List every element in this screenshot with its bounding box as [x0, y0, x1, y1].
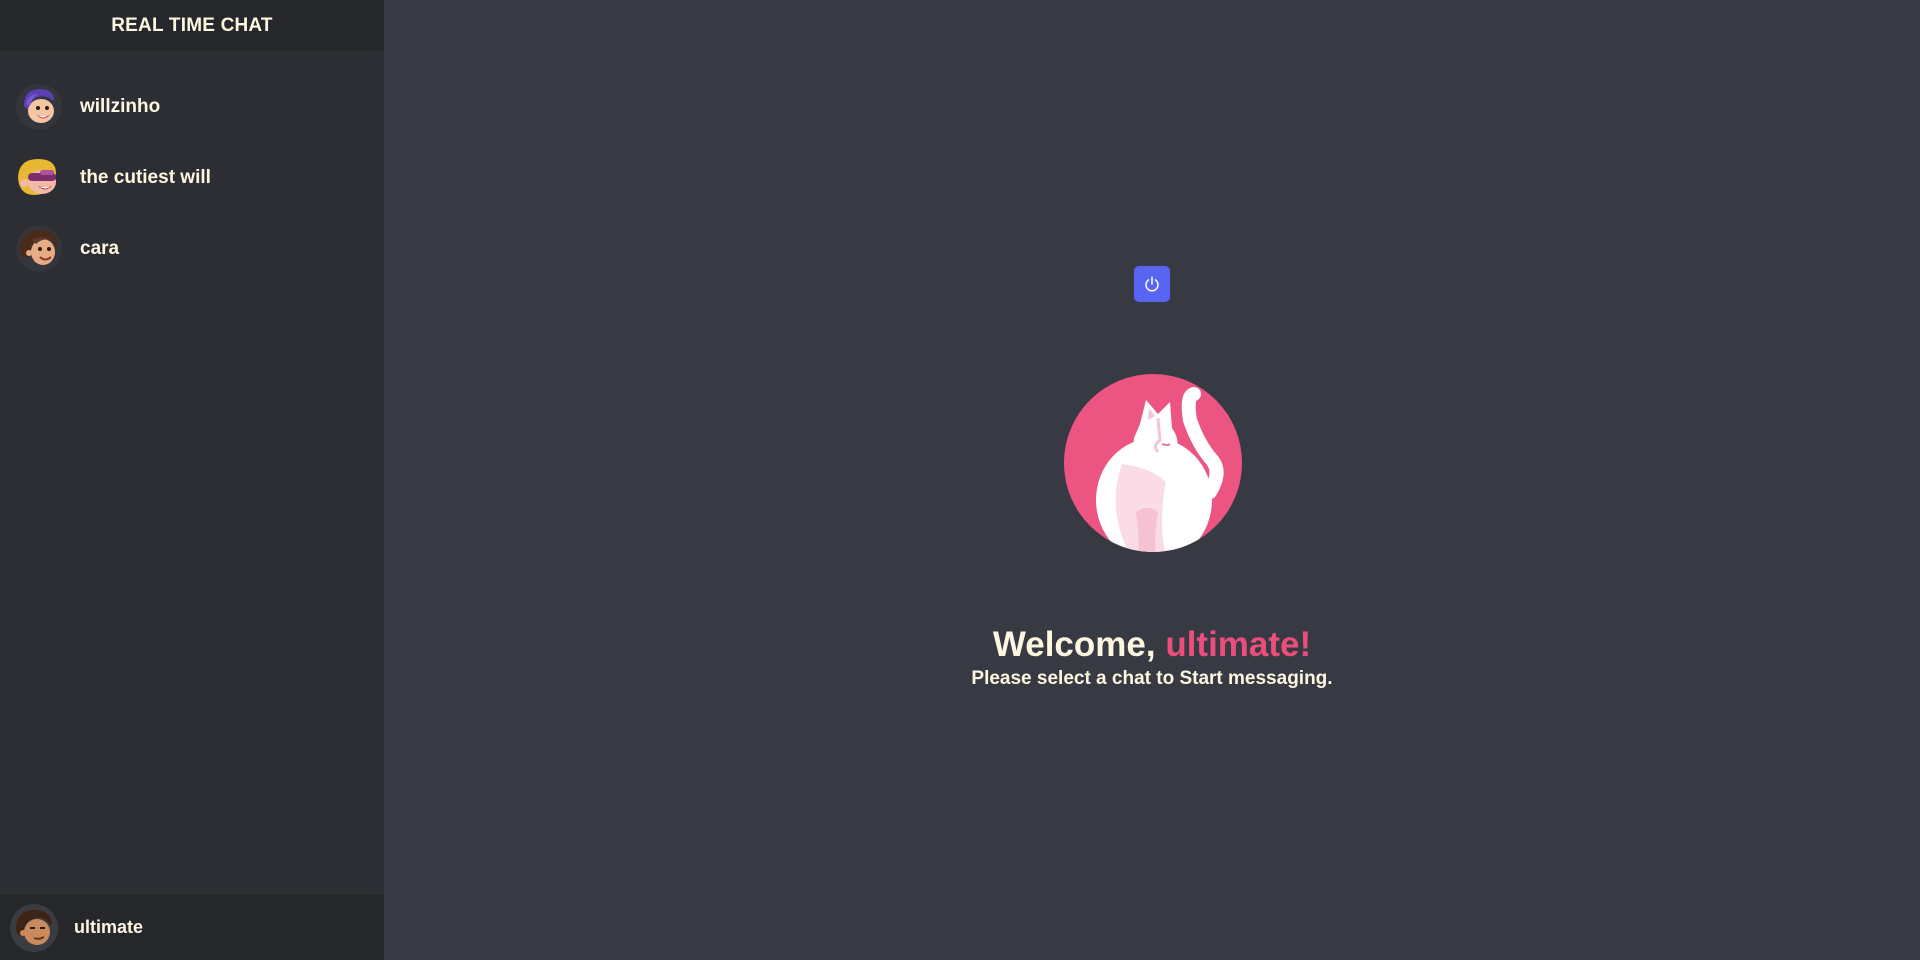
welcome-subtitle: Please select a chat to Start messaging.	[971, 668, 1333, 689]
welcome-username: ultimate!	[1165, 625, 1312, 664]
logout-button[interactable]	[1134, 266, 1170, 302]
brown-hair-face-avatar	[16, 225, 62, 272]
contact-name: willzinho	[80, 95, 161, 117]
sidebar: REAL TIME CHAT willzinho the cutiest wil…	[0, 0, 384, 960]
welcome-prefix: Welcome,	[992, 625, 1166, 664]
app-title: REAL TIME CHAT	[0, 0, 384, 51]
white-cat-logo	[1064, 374, 1242, 552]
main-panel: Welcome, ultimate! Please select a chat …	[384, 0, 1920, 960]
blonde-hair-face-avatar	[18, 158, 56, 195]
current-user-bar: ultimate	[0, 895, 384, 960]
contact-name: cara	[80, 237, 120, 259]
purple-hair-face-avatar	[16, 83, 62, 130]
welcome-heading: Welcome, ultimate!	[384, 625, 1920, 665]
contact-list: willzinho the cutiest will cara	[0, 51, 384, 284]
brown-face-avatar[interactable]	[10, 903, 58, 952]
contact-item-cara[interactable]: cara	[0, 213, 384, 284]
contact-item-willzinho[interactable]: willzinho	[0, 71, 384, 142]
contact-item-the-cutiest-will[interactable]: the cutiest will	[0, 142, 384, 213]
contact-name: the cutiest will	[80, 166, 211, 188]
app-root: REAL TIME CHAT willzinho the cutiest wil…	[0, 0, 1920, 960]
power-icon	[1145, 276, 1159, 292]
current-user-name: ultimate	[74, 917, 144, 937]
